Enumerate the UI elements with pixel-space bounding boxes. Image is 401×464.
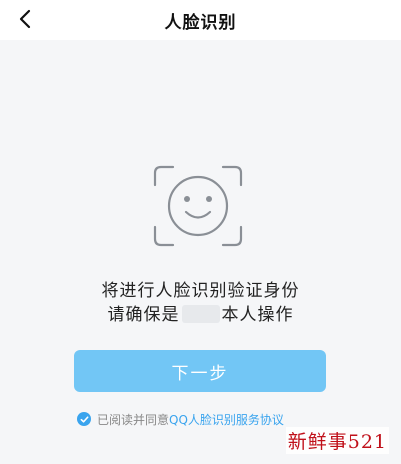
face-scan-icon — [153, 165, 243, 247]
agreement-link[interactable]: QQ人脸识别服务协议 — [169, 411, 284, 428]
instruction-line-2: 请确保是 本人操作 — [0, 300, 401, 325]
agreement-prefix: 已阅读并同意 — [97, 412, 170, 427]
page-title: 人脸识别 — [164, 12, 237, 33]
next-step-button[interactable]: 下一步 — [74, 350, 326, 392]
blurred-name — [181, 305, 220, 323]
nav-bar: 人脸识别 — [0, 0, 401, 40]
chevron-left-icon — [19, 9, 31, 29]
instruction-line-1: 将进行人脸识别验证身份 — [101, 281, 300, 301]
agreement-row: 已阅读并同意 QQ人脸识别服务协议 — [77, 410, 284, 428]
instruction-prefix: 请确保是 — [107, 305, 180, 325]
watermark: 新鲜事521 — [285, 427, 389, 454]
agreement-checkbox[interactable] — [77, 412, 91, 426]
check-icon — [80, 415, 88, 423]
back-button[interactable] — [12, 4, 38, 34]
instruction-suffix: 本人操作 — [221, 305, 294, 325]
